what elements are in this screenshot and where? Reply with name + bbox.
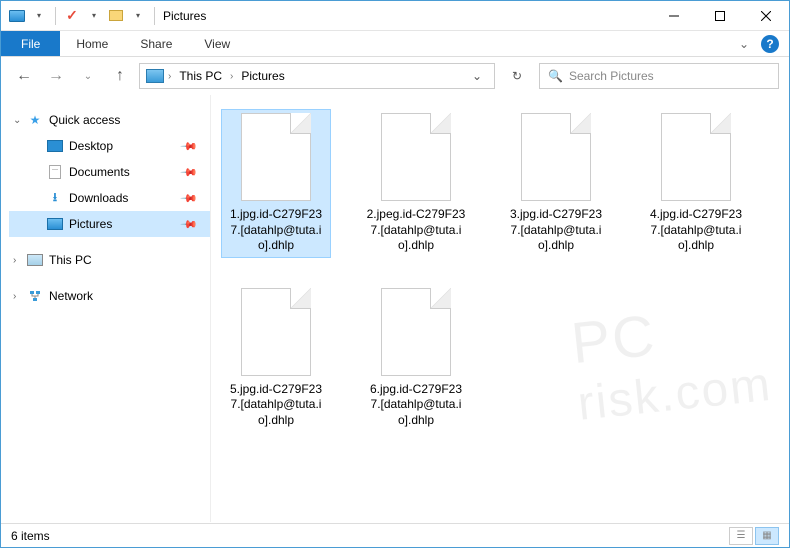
breadcrumb-dropdown-icon[interactable]: ⌄	[472, 69, 482, 83]
qat-dropdown-icon[interactable]: ▾	[29, 6, 49, 26]
sidebar-network[interactable]: › Network	[9, 283, 210, 309]
pin-icon: 📌	[180, 137, 199, 156]
file-item[interactable]: 5.jpg.id-C279F237.[datahlp@tuta.io].dhlp	[221, 284, 331, 433]
file-grid: 1.jpg.id-C279F237.[datahlp@tuta.io].dhlp…	[221, 109, 779, 433]
nav-pane: ⌄ ★ Quick access Desktop 📌 Documents 📌 ⭳…	[1, 95, 211, 522]
pin-icon: 📌	[180, 163, 199, 182]
sidebar-this-pc[interactable]: › This PC	[9, 247, 210, 273]
file-icon	[661, 113, 731, 201]
qat: ▾ ✓ ▾ ▾	[1, 6, 159, 26]
status-bar: 6 items ☰ ▦	[1, 523, 789, 547]
desktop-icon	[47, 138, 63, 154]
file-item[interactable]: 2.jpeg.id-C279F237.[datahlp@tuta.io].dhl…	[361, 109, 471, 258]
chevron-right-icon[interactable]: ›	[230, 71, 233, 82]
file-item[interactable]: 4.jpg.id-C279F237.[datahlp@tuta.io].dhlp	[641, 109, 751, 258]
pin-icon: 📌	[180, 215, 199, 234]
sidebar-item-downloads[interactable]: ⭳ Downloads 📌	[9, 185, 210, 211]
file-name: 5.jpg.id-C279F237.[datahlp@tuta.io].dhlp	[225, 382, 327, 429]
window-title: Pictures	[159, 9, 206, 23]
file-icon	[521, 113, 591, 201]
breadcrumb[interactable]: › This PC › Pictures ⌄	[139, 63, 495, 89]
file-name: 3.jpg.id-C279F237.[datahlp@tuta.io].dhlp	[505, 207, 607, 254]
forward-button[interactable]: →	[43, 63, 69, 89]
sidebar-item-label: Documents	[69, 165, 130, 179]
file-icon	[381, 113, 451, 201]
sidebar-item-label: This PC	[49, 253, 92, 267]
explorer-icon[interactable]	[7, 6, 27, 26]
file-name: 6.jpg.id-C279F237.[datahlp@tuta.io].dhlp	[365, 382, 467, 429]
file-icon	[241, 113, 311, 201]
tab-share[interactable]: Share	[124, 31, 188, 56]
file-item[interactable]: 3.jpg.id-C279F237.[datahlp@tuta.io].dhlp	[501, 109, 611, 258]
details-view-button[interactable]: ☰	[729, 527, 753, 545]
sidebar-item-pictures[interactable]: Pictures 📌	[9, 211, 210, 237]
tab-view[interactable]: View	[188, 31, 246, 56]
separator	[154, 7, 155, 25]
separator	[55, 7, 56, 25]
tab-home[interactable]: Home	[60, 31, 124, 56]
file-icon	[381, 288, 451, 376]
sidebar-item-label: Pictures	[69, 217, 112, 231]
location-icon	[146, 69, 164, 83]
sidebar-quick-access[interactable]: ⌄ ★ Quick access	[9, 107, 210, 133]
sidebar-item-label: Downloads	[69, 191, 128, 205]
help-icon[interactable]: ?	[761, 35, 779, 53]
file-name: 1.jpg.id-C279F237.[datahlp@tuta.io].dhlp	[225, 207, 327, 254]
file-tab[interactable]: File	[1, 31, 60, 56]
up-button[interactable]: ↑	[107, 63, 133, 89]
pictures-icon	[47, 216, 63, 232]
back-button[interactable]: ←	[11, 63, 37, 89]
recent-dropdown-icon[interactable]: ⌄	[75, 63, 101, 89]
file-item[interactable]: 6.jpg.id-C279F237.[datahlp@tuta.io].dhlp	[361, 284, 471, 433]
body: ⌄ ★ Quick access Desktop 📌 Documents 📌 ⭳…	[1, 95, 789, 522]
refresh-button[interactable]: ↻	[501, 63, 533, 89]
ribbon-expand-icon[interactable]: ⌄	[739, 37, 749, 51]
content-pane[interactable]: 1.jpg.id-C279F237.[datahlp@tuta.io].dhlp…	[211, 95, 789, 522]
file-name: 4.jpg.id-C279F237.[datahlp@tuta.io].dhlp	[645, 207, 747, 254]
file-item[interactable]: 1.jpg.id-C279F237.[datahlp@tuta.io].dhlp	[221, 109, 331, 258]
sidebar-item-label: Desktop	[69, 139, 113, 153]
maximize-button[interactable]	[697, 1, 743, 31]
qat-customize-icon[interactable]: ▾	[128, 6, 148, 26]
chevron-down-icon[interactable]: ⌄	[13, 115, 21, 126]
pin-icon: 📌	[180, 189, 199, 208]
close-button[interactable]	[743, 1, 789, 31]
sidebar-item-documents[interactable]: Documents 📌	[9, 159, 210, 185]
nav-bar: ← → ⌄ ↑ › This PC › Pictures ⌄ ↻ 🔍 Searc…	[1, 57, 789, 95]
chevron-right-icon[interactable]: ›	[13, 291, 16, 302]
properties-icon[interactable]: ✓	[62, 6, 82, 26]
search-icon: 🔍	[548, 69, 563, 83]
item-count: 6 items	[11, 529, 50, 543]
breadcrumb-segment[interactable]: Pictures	[237, 69, 288, 83]
search-placeholder: Search Pictures	[569, 69, 654, 83]
qat-dropdown-icon[interactable]: ▾	[84, 6, 104, 26]
minimize-button[interactable]	[651, 1, 697, 31]
network-icon	[27, 288, 43, 304]
title-bar: ▾ ✓ ▾ ▾ Pictures	[1, 1, 789, 31]
thumbnails-view-button[interactable]: ▦	[755, 527, 779, 545]
pc-icon	[27, 252, 43, 268]
chevron-right-icon[interactable]: ›	[13, 255, 16, 266]
sidebar-item-label: Quick access	[49, 113, 120, 127]
document-icon	[47, 164, 63, 180]
new-folder-icon[interactable]	[106, 6, 126, 26]
ribbon: File Home Share View ⌄ ?	[1, 31, 789, 57]
file-name: 2.jpeg.id-C279F237.[datahlp@tuta.io].dhl…	[365, 207, 467, 254]
chevron-right-icon[interactable]: ›	[168, 71, 171, 82]
breadcrumb-segment[interactable]: This PC	[175, 69, 226, 83]
download-icon: ⭳	[47, 190, 63, 206]
file-icon	[241, 288, 311, 376]
sidebar-item-label: Network	[49, 289, 93, 303]
window-controls	[651, 1, 789, 31]
sidebar-item-desktop[interactable]: Desktop 📌	[9, 133, 210, 159]
view-mode-switch: ☰ ▦	[729, 527, 779, 545]
search-input[interactable]: 🔍 Search Pictures	[539, 63, 779, 89]
star-icon: ★	[27, 112, 43, 128]
